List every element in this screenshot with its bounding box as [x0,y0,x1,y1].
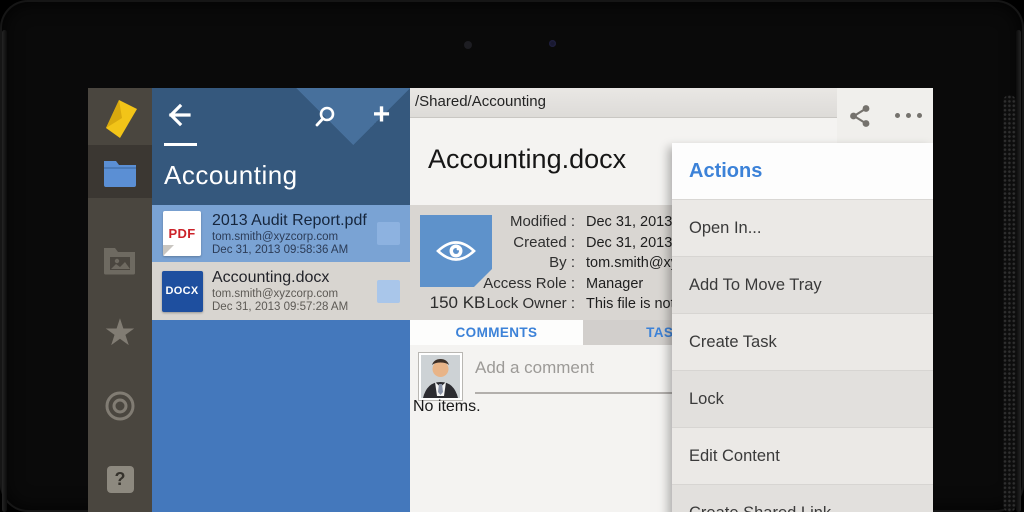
actions-menu-title: Actions [689,160,763,182]
file-owner: tom.smith@xyzcorp.com [212,230,339,243]
tablet-edge-right [1016,30,1021,512]
sidebar-item-favorites[interactable]: ★ [88,310,152,354]
empty-state-text: No items. [413,398,481,415]
tablet-edge-left [2,30,7,512]
back-arrow-icon [168,103,191,127]
comment-input[interactable]: Add a comment [475,352,687,394]
sidebar: ★ ? [88,88,152,512]
docx-file-icon: DOCX [161,268,203,314]
comment-composer: Add a comment [418,352,687,401]
sidebar-item-activity[interactable] [88,384,152,428]
user-avatar [418,352,463,401]
tab-comments[interactable]: COMMENTS [410,320,583,345]
file-list-panel: + Accounting PDF 2013 Audit Report.pdf t… [152,88,410,512]
sidebar-item-folders[interactable] [88,145,152,198]
sidebar-item-media[interactable] [88,238,152,282]
overflow-dot [894,113,900,118]
menu-item-create-task[interactable]: Create Task [672,314,933,371]
file-owner: tom.smith@xyzcorp.com [212,288,339,300]
file-date: Dec 31, 2013 09:58:36 AM [212,243,349,256]
file-name: Accounting.docx [212,269,330,286]
file-row-pdf[interactable]: PDF 2013 Audit Report.pdf tom.smith@xyzc… [152,205,410,262]
file-date: Dec 31, 2013 09:57:28 AM [212,301,349,313]
meta-value: Manager [586,275,644,292]
overflow-dot [905,113,911,118]
file-row-docx[interactable]: DOCX Accounting.docx tom.smith@xyzcorp.c… [152,262,410,320]
meta-label: Created : [513,233,575,251]
pdf-file-icon: PDF [161,211,203,257]
file-info: Accounting.docx tom.smith@xyzcorp.com De… [212,269,371,313]
concentric-circles-icon [105,391,135,421]
app-logo[interactable] [88,92,152,144]
back-button[interactable] [162,100,202,134]
media-folder-icon [104,248,135,275]
toolbar-actions [837,88,933,143]
list-header: + Accounting [152,88,410,205]
breadcrumb: /Shared/Accounting [415,93,546,110]
meta-label: Lock Owner : [486,295,575,312]
file-checkbox[interactable] [377,222,400,245]
menu-item-edit-content[interactable]: Edit Content [672,428,933,485]
menu-item-partial[interactable]: Create Shared Link [672,485,933,512]
file-info: 2013 Audit Report.pdf tom.smith@xyzcorp.… [212,212,371,256]
document-title: Accounting.docx [428,144,627,174]
menu-item-add-to-move-tray[interactable]: Add To Move Tray [672,257,933,314]
star-icon: ★ [103,311,137,353]
share-button[interactable] [848,103,872,129]
search-button[interactable] [296,88,353,145]
overflow-dot [916,113,922,118]
meta-label: By : [549,254,575,271]
kite-logo-icon [106,100,137,138]
overflow-menu-button[interactable] [894,113,922,118]
folder-title: Accounting [164,160,298,190]
menu-item-open-in[interactable]: Open In... [672,200,933,257]
question-mark-icon: ? [106,465,134,493]
docx-badge: DOCX [165,285,199,297]
file-name: 2013 Audit Report.pdf [212,211,367,229]
back-underline [164,143,197,146]
add-button[interactable]: + [353,88,410,145]
search-icon [315,106,334,126]
meta-label: Modified : [509,213,575,230]
folder-icon [104,160,136,187]
comment-placeholder: Add a comment [475,358,595,377]
light-sensor [464,41,472,49]
app-screen: ★ ? + Accounting PDF 2013 Audit Report.p… [88,88,933,512]
menu-item-lock[interactable]: Lock [672,371,933,428]
actions-menu: Actions Open In... Add To Move Tray Crea… [672,143,933,512]
pdf-badge: PDF [168,226,196,241]
file-checkbox[interactable] [377,279,400,303]
actions-menu-header: Actions [672,143,933,200]
speaker-grille [1003,95,1016,512]
share-icon [850,104,870,127]
front-camera [549,40,556,47]
sidebar-item-help[interactable]: ? [88,460,152,498]
meta-label: Access Role : [483,274,575,292]
plus-icon: + [372,98,391,131]
